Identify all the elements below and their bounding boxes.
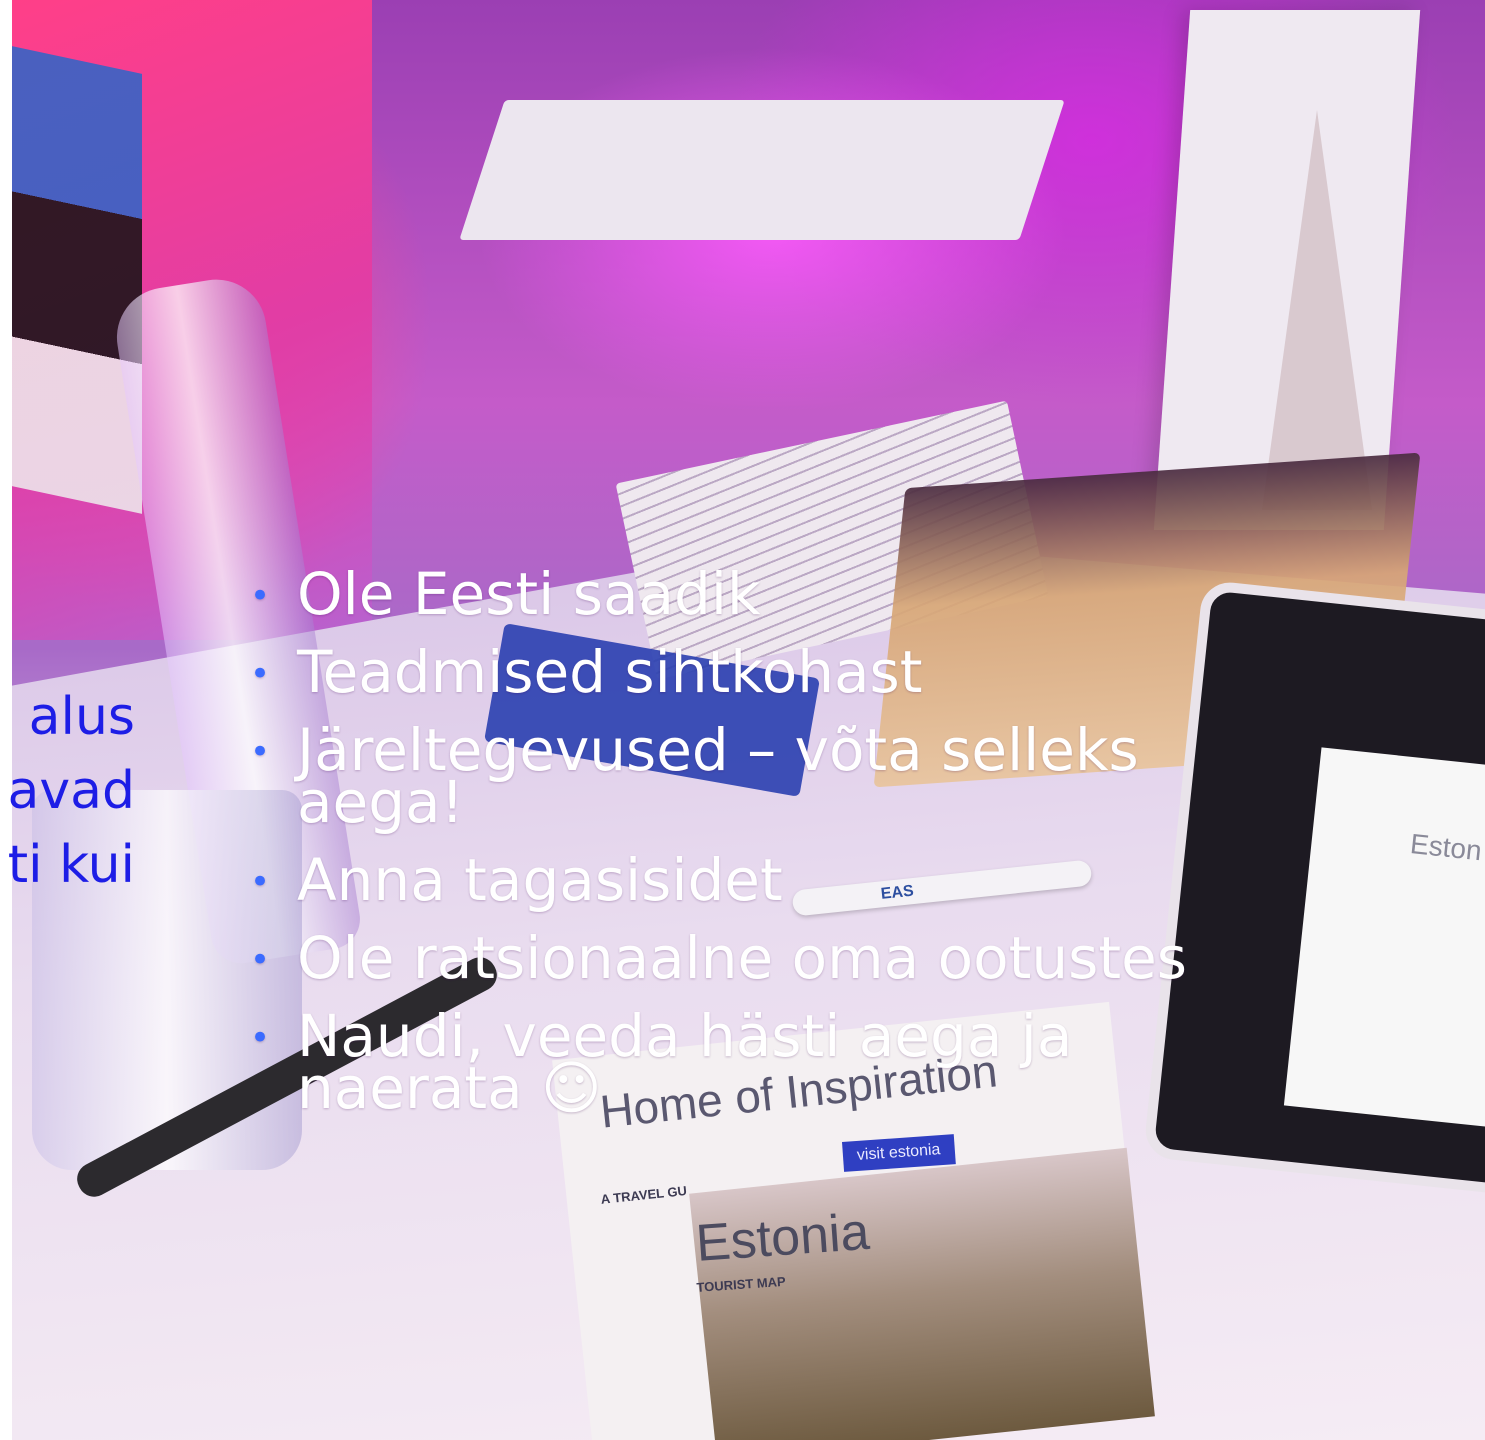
fragment-line: avad	[7, 761, 135, 821]
map-cover-photo	[689, 1147, 1155, 1440]
bullet-dot-icon: •	[250, 576, 271, 616]
bullet-item: • Järeltegevused – võta selleks aega!	[250, 721, 1250, 831]
bullet-text: Naudi, veeda hästi aega ja naerata ☺	[297, 1002, 1073, 1122]
bullet-dot-icon: •	[250, 862, 271, 902]
bullet-dot-icon: •	[250, 1018, 271, 1058]
fragment-line: ti kui	[7, 835, 135, 895]
bullet-item: • Teadmised sihtkohast	[250, 643, 1250, 701]
bullet-item: • Naudi, veeda hästi aega ja naerata ☺	[250, 1007, 1250, 1117]
bullet-dot-icon: •	[250, 940, 271, 980]
bullet-text: Anna tagasisidet	[297, 846, 783, 914]
bullet-text: Järeltegevused – võta selleks aega!	[297, 716, 1139, 836]
map-title: Estonia	[694, 1202, 872, 1273]
bullet-text: Ole ratsionaalne oma ootustes	[297, 924, 1187, 992]
bullet-item: • Ole ratsionaalne oma ootustes	[250, 929, 1250, 987]
bullet-text: Ole Eesti saadik	[297, 560, 761, 628]
bullet-list: • Ole Eesti saadik • Teadmised sihtkohast …	[250, 565, 1250, 1140]
bullet-dot-icon: •	[250, 654, 271, 694]
bullet-text: Teadmised sihtkohast	[297, 638, 923, 706]
bullet-item: • Ole Eesti saadik	[250, 565, 1250, 623]
display-shelf	[459, 100, 1065, 240]
bullet-dot-icon: •	[250, 732, 271, 772]
fragment-line: alus	[28, 687, 135, 747]
left-text-fragment: alus avad ti kui	[0, 680, 135, 902]
flag	[12, 46, 142, 514]
bullet-item: • Anna tagasisidet	[250, 851, 1250, 909]
